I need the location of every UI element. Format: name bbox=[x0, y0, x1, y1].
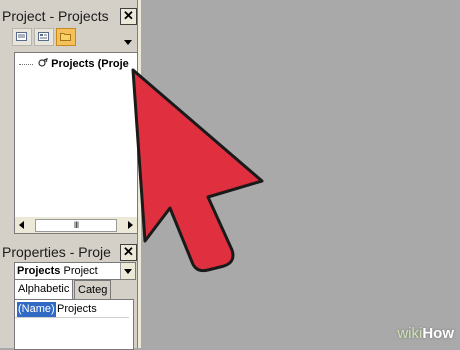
object-type: Project bbox=[63, 265, 98, 277]
workspace-area bbox=[141, 0, 460, 348]
property-name: (Name) bbox=[17, 302, 56, 317]
vba-project-icon bbox=[38, 58, 49, 67]
project-tree-hscrollbar[interactable]: III bbox=[14, 217, 138, 234]
scroll-left-icon[interactable] bbox=[19, 221, 24, 229]
tab-alphabetic[interactable]: Alphabetic bbox=[14, 279, 74, 300]
folder-icon bbox=[60, 33, 71, 41]
tree-connector bbox=[19, 63, 33, 65]
scroll-thumb[interactable]: III bbox=[35, 219, 117, 232]
property-row[interactable]: (Name) Projects bbox=[15, 302, 129, 318]
properties-panel-close-button[interactable]: ✕ bbox=[120, 244, 137, 261]
view-code-button[interactable] bbox=[12, 28, 32, 46]
chevron-down-icon[interactable] bbox=[120, 263, 135, 279]
tab-categorized[interactable]: Categ bbox=[74, 280, 112, 299]
property-value[interactable]: Projects bbox=[57, 302, 97, 317]
project-panel-title: Project - Projects bbox=[2, 8, 109, 24]
view-object-icon bbox=[38, 32, 49, 41]
object-selector[interactable]: Projects Project bbox=[14, 262, 136, 280]
toolbar-dropdown-icon[interactable] bbox=[124, 40, 132, 45]
properties-panel-title: Properties - Proje bbox=[2, 244, 111, 260]
properties-grid: (Name) Projects bbox=[14, 299, 134, 350]
left-dock: Project - Projects ✕ Projects (Proje III… bbox=[0, 0, 141, 350]
wikihow-watermark: wikiHow bbox=[397, 324, 454, 344]
project-toolbar bbox=[10, 26, 134, 50]
view-code-icon bbox=[16, 32, 27, 41]
tree-node-projects[interactable]: Projects (Proje bbox=[19, 56, 129, 72]
object-name: Projects bbox=[17, 265, 61, 277]
view-object-button[interactable] bbox=[34, 28, 54, 46]
watermark-how: How bbox=[422, 325, 454, 342]
project-tree[interactable]: Projects (Proje bbox=[14, 52, 138, 219]
watermark-wiki: wiki bbox=[397, 325, 423, 342]
tree-node-label: Projects (Proje bbox=[51, 58, 129, 70]
project-panel-close-button[interactable]: ✕ bbox=[120, 8, 137, 25]
scroll-right-icon[interactable] bbox=[128, 221, 133, 229]
properties-tabs: Alphabetic Categ bbox=[14, 279, 136, 300]
toggle-folders-button[interactable] bbox=[56, 28, 76, 46]
